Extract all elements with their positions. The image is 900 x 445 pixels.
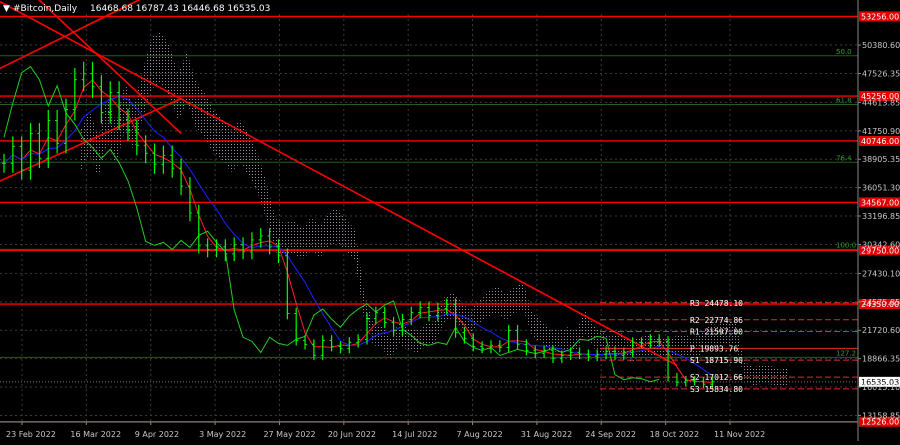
y-tick-label: 38905.35 <box>862 155 900 164</box>
pivot-label: R1 21597.00 <box>690 327 743 336</box>
fib-level-label: 61.8 <box>836 97 852 105</box>
x-tick-label: 20 Jun 2022 <box>328 430 376 439</box>
price-chart[interactable]: 50.061.876.4100.0127.253256.0045256.0040… <box>0 0 900 441</box>
x-tick-label: 9 Apr 2022 <box>135 430 179 439</box>
menu-arrow-icon[interactable]: ▼ <box>3 4 10 14</box>
ohlc-values: 16468.68 16787.43 16446.68 16535.03 <box>90 4 270 14</box>
pivot-label: S1 18715.90 <box>690 356 743 365</box>
fib-level-label: 76.4 <box>836 154 852 162</box>
x-tick-label: 24 Sep 2022 <box>585 430 636 439</box>
fib-level-label: 50.0 <box>836 48 852 56</box>
y-tick-label: 30342.60 <box>862 240 900 249</box>
pivot-label: R3 24478.10 <box>690 299 743 308</box>
y-tick-label: 41750.90 <box>862 127 900 136</box>
chart-header: ▼ #Bitcoin,Daily 16468.68 16787.43 16446… <box>3 4 270 14</box>
pivot-label: S3 15834.80 <box>690 385 743 394</box>
x-tick-label: 31 Aug 2022 <box>521 430 572 439</box>
y-tick-label: 47526.35 <box>862 69 900 78</box>
y-tick-label: 18866.35 <box>862 355 900 364</box>
fib-level-label: 127.2 <box>836 349 856 357</box>
pivot-label: S2 17012.66 <box>690 373 743 382</box>
y-tick-label: 24575.85 <box>862 298 900 307</box>
y-tick-label: 36051.30 <box>862 184 900 193</box>
x-tick-label: 23 Feb 2022 <box>6 430 56 439</box>
x-tick-label: 7 Aug 2022 <box>457 430 503 439</box>
level-price-label: 40746.00 <box>861 137 899 146</box>
x-tick-label: 14 Jul 2022 <box>392 430 437 439</box>
y-tick-label: 44613.85 <box>862 98 900 107</box>
pivot-label: P 19893.76 <box>690 344 738 353</box>
y-tick-label: 21720.60 <box>862 326 900 335</box>
y-tick-label: 50380.60 <box>862 41 900 50</box>
symbol-label: #Bitcoin,Daily <box>13 4 78 14</box>
y-tick-label: 13158.85 <box>862 411 900 420</box>
y-tick-label: 16015.10 <box>862 383 900 392</box>
x-tick-label: 27 May 2022 <box>263 430 315 439</box>
pivot-label: R2 22774.86 <box>690 316 743 325</box>
y-tick-label: 33196.85 <box>862 212 900 221</box>
chart-container[interactable]: 50.0 61.8 76.4 100.0 127.2 53256.00 45256.00 40… <box>0 0 900 441</box>
x-tick-label: 11 Nov 2022 <box>714 430 765 439</box>
x-tick-label: 16 Mar 2022 <box>70 430 121 439</box>
x-tick-label: 3 May 2022 <box>199 430 246 439</box>
level-price-label: 34567.00 <box>861 198 899 207</box>
fib-level-label: 100.0 <box>836 241 856 249</box>
level-price-label: 53256.00 <box>861 12 899 21</box>
y-tick-label: 27430.10 <box>862 269 900 278</box>
x-tick-label: 18 Oct 2022 <box>650 430 699 439</box>
